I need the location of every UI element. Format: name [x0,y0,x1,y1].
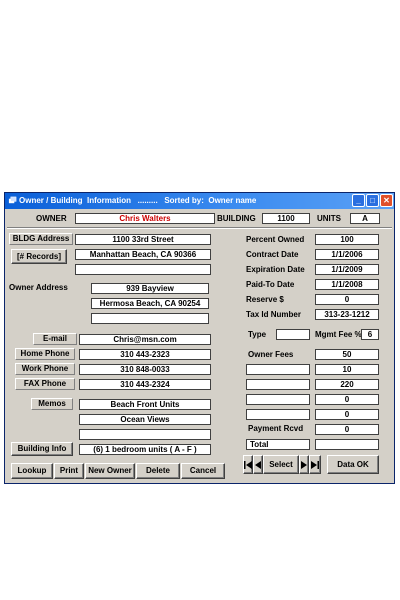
home-phone-label: Home Phone [15,348,75,360]
owner-fee-5-desc-field[interactable] [246,409,310,420]
tax-id-label: Tax Id Number [246,310,301,319]
owner-address-line3[interactable] [91,313,209,324]
work-phone-field[interactable]: 310 848-0033 [79,364,211,375]
bldg-address-line3[interactable] [75,264,211,275]
email-label: E-mail [33,333,77,345]
new-owner-button[interactable]: New Owner [85,463,135,479]
owner-field[interactable]: Chris Walters [75,213,215,224]
header-separator [7,227,392,229]
select-record-button[interactable]: Select [263,455,299,474]
maximize-button[interactable]: □ [366,194,379,207]
owner-building-window: Owner / Building Information ......... S… [4,192,395,484]
percent-owned-label: Percent Owned [246,235,305,244]
prev-record-button[interactable] [253,455,263,474]
bldg-address-line1[interactable]: 1100 33rd Street [75,234,211,245]
owner-address-line1[interactable]: 939 Bayview [91,283,209,294]
building-label: BUILDING [217,214,256,223]
reserve-field[interactable]: 0 [315,294,379,305]
app-icon [8,196,17,204]
paid-to-date-field[interactable]: 1/1/2008 [315,279,379,290]
owner-fees-label: Owner Fees [248,350,294,359]
payment-rcvd-label: Payment Rcvd [248,424,304,433]
owner-address-label: Owner Address [9,283,68,292]
work-phone-label: Work Phone [15,363,75,375]
records-button[interactable]: [# Records] [11,249,67,264]
last-record-icon [311,461,319,469]
contract-date-label: Contract Date [246,250,299,259]
payment-rcvd-field[interactable]: 0 [315,424,379,435]
minimize-button[interactable]: _ [352,194,365,207]
print-button[interactable]: Print [54,463,84,479]
memos-label: Memos [31,398,73,410]
bldg-address-label: BLDG Address [9,233,73,245]
owner-fee-1-field[interactable]: 50 [315,349,379,360]
owner-label: OWNER [36,214,67,223]
close-button[interactable]: ✕ [380,194,393,207]
expiration-date-label: Expiration Date [246,265,305,274]
first-record-icon [244,461,252,469]
record-navigator: Select [243,455,321,474]
prev-record-icon [255,461,261,469]
owner-address-line2[interactable]: Hermosa Beach, CA 90254 [91,298,209,309]
owner-fee-4-field[interactable]: 0 [315,394,379,405]
window-title: Owner / Building Information ......... S… [19,196,257,205]
building-info-button[interactable]: Building Info [11,442,73,456]
lookup-button[interactable]: Lookup [11,463,53,479]
data-ok-button[interactable]: Data OK [327,455,379,474]
memo-line1[interactable]: Beach Front Units [79,399,211,410]
email-field[interactable]: Chris@msn.com [79,334,211,345]
reserve-label: Reserve $ [246,295,284,304]
owner-fee-3-desc-field[interactable] [246,379,310,390]
units-label: UNITS [317,214,341,223]
expiration-date-field[interactable]: 1/1/2009 [315,264,379,275]
title-bar[interactable]: Owner / Building Information ......... S… [5,193,394,209]
fax-phone-field[interactable]: 310 443-2324 [79,379,211,390]
owner-fee-3-field[interactable]: 220 [315,379,379,390]
memo-line3[interactable] [79,429,211,440]
mgmt-fee-label: Mgmt Fee % [315,330,362,339]
percent-owned-field[interactable]: 100 [315,234,379,245]
memo-line2[interactable]: Ocean Views [79,414,211,425]
type-label: Type [248,330,267,339]
fax-phone-label: FAX Phone [15,378,75,390]
building-field[interactable]: 1100 [262,213,310,224]
last-record-button[interactable] [309,455,321,474]
building-info-field[interactable]: (6) 1 bedroom units ( A - F ) [79,444,211,455]
cancel-button[interactable]: Cancel [181,463,225,479]
delete-button[interactable]: Delete [136,463,180,479]
units-field[interactable]: A [350,213,380,224]
total-label: Total [246,439,310,450]
tax-id-field[interactable]: 313-23-1212 [315,309,379,320]
owner-fee-4-desc-field[interactable] [246,394,310,405]
owner-fee-2-field[interactable]: 10 [315,364,379,375]
bldg-address-line2[interactable]: Manhattan Beach, CA 90366 [75,249,211,260]
first-record-button[interactable] [243,455,253,474]
type-field[interactable] [276,329,310,340]
paid-to-date-label: Paid-To Date [246,280,295,289]
next-record-button[interactable] [299,455,309,474]
home-phone-field[interactable]: 310 443-2323 [79,349,211,360]
owner-fee-2-desc-field[interactable] [246,364,310,375]
next-record-icon [301,461,307,469]
total-field[interactable] [315,439,379,450]
mgmt-fee-field[interactable]: 6 [361,329,379,340]
owner-fee-5-field[interactable]: 0 [315,409,379,420]
contract-date-field[interactable]: 1/1/2006 [315,249,379,260]
